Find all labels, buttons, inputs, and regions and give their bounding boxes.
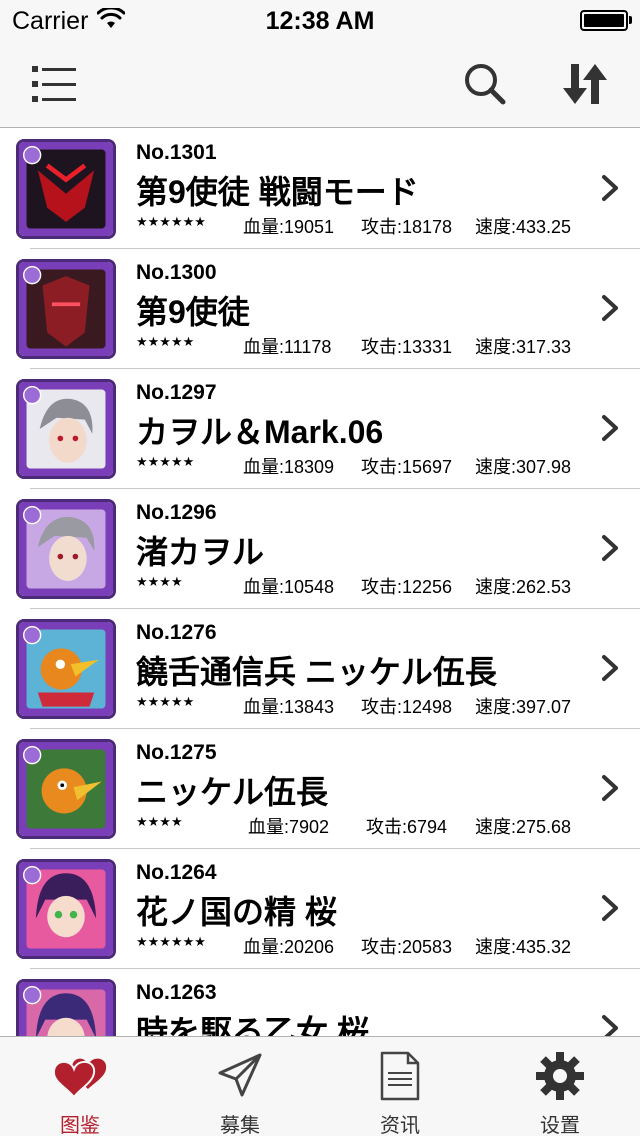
attack-stat: 攻击:12498: [361, 697, 453, 717]
tab-label: 图鉴: [60, 1115, 100, 1136]
rarity-stars: ★★★★: [136, 574, 183, 589]
rarity-stars: ★★★★★: [136, 334, 195, 349]
chevron-right-icon: [602, 535, 618, 561]
speed-stat: 速度:397.07: [475, 697, 572, 717]
hp-stat: 血量:20206: [243, 937, 335, 957]
monster-avatar: [16, 739, 116, 839]
clock: 12:38 AM: [265, 7, 375, 35]
monster-number: No.1275: [136, 741, 217, 764]
rarity-stars: ★★★★★: [136, 454, 195, 469]
tab-catalog[interactable]: 图鉴: [0, 1037, 160, 1136]
tab-bar: 图鉴 募集 资讯 设置: [0, 1036, 640, 1136]
tab-settings[interactable]: 设置: [480, 1037, 640, 1136]
speed-stat: 速度:435.32: [475, 937, 572, 957]
attack-stat: 攻击:13331: [361, 337, 453, 357]
monster-avatar: [16, 979, 116, 1036]
monster-number: No.1300: [136, 261, 217, 284]
speed-stat: 速度:307.98: [475, 457, 572, 477]
speed-stat: 速度:275.68: [475, 817, 572, 837]
monster-name: 第9使徒: [136, 294, 250, 330]
list-item[interactable]: No.1263 時を駆る乙女 桜: [0, 969, 640, 1036]
hp-stat: 血量:10548: [243, 577, 335, 597]
list-menu-icon[interactable]: [30, 60, 78, 108]
monster-number: No.1301: [136, 141, 217, 164]
monster-name: 第9使徒 戦闘モード: [136, 174, 419, 210]
list-item[interactable]: No.1301 第9使徒 戦闘モード ★★★★★★ 血量:19051 攻击:18…: [0, 129, 640, 249]
monster-name: カヲル＆Mark.06: [136, 414, 384, 450]
monster-name: 時を駆る乙女 桜: [136, 1014, 369, 1036]
chevron-right-icon: [602, 1015, 618, 1036]
chevron-right-icon: [602, 175, 618, 201]
list-item[interactable]: No.1264 花ノ国の精 桜 ★★★★★★ 血量:20206 攻击:20583…: [0, 849, 640, 969]
monster-name: ニッケル伍長: [136, 774, 329, 810]
hearts-icon: [50, 1051, 110, 1101]
list-item[interactable]: No.1297 カヲル＆Mark.06 ★★★★★ 血量:18309 攻击:15…: [0, 369, 640, 489]
hp-stat: 血量:18309: [243, 457, 335, 477]
monster-name: 渚カヲル: [136, 534, 265, 570]
monster-list[interactable]: No.1301 第9使徒 戦闘モード ★★★★★★ 血量:19051 攻击:18…: [0, 129, 640, 1036]
chevron-right-icon: [602, 775, 618, 801]
monster-number: No.1297: [136, 381, 217, 404]
speed-stat: 速度:262.53: [475, 577, 572, 597]
attack-stat: 攻击:20583: [361, 937, 453, 957]
tab-label: 资讯: [380, 1115, 420, 1136]
monster-number: No.1264: [136, 861, 217, 884]
tab-label: 设置: [540, 1115, 580, 1136]
hp-stat: 血量:19051: [243, 217, 335, 237]
tab-news[interactable]: 资讯: [320, 1037, 480, 1136]
document-icon: [370, 1051, 430, 1101]
rarity-stars: ★★★★★★: [136, 214, 206, 229]
paper-plane-icon: [210, 1051, 270, 1101]
monster-avatar: [16, 259, 116, 359]
list-item[interactable]: No.1300 第9使徒 ★★★★★ 血量:11178 攻击:13331 速度:…: [0, 249, 640, 369]
list-item[interactable]: No.1296 渚カヲル ★★★★ 血量:10548 攻击:12256 速度:2…: [0, 489, 640, 609]
monster-avatar: [16, 499, 116, 599]
battery-icon: [580, 10, 628, 31]
attack-stat: 攻击:18178: [361, 217, 453, 237]
hp-stat: 血量:11178: [243, 337, 332, 357]
hp-stat: 血量:7902: [248, 817, 330, 837]
attack-stat: 攻击:15697: [361, 457, 453, 477]
rarity-stars: ★★★★★★: [136, 934, 206, 949]
list-item[interactable]: No.1275 ニッケル伍長 ★★★★ 血量:7902 攻击:6794 速度:2…: [0, 729, 640, 849]
attack-stat: 攻击:12256: [361, 577, 453, 597]
sort-icon[interactable]: [561, 60, 609, 108]
navigation-bar: [0, 40, 640, 128]
chevron-right-icon: [602, 295, 618, 321]
monster-number: No.1296: [136, 501, 217, 524]
attack-stat: 攻击:6794: [366, 817, 448, 837]
tab-label: 募集: [220, 1115, 260, 1136]
speed-stat: 速度:433.25: [475, 217, 572, 237]
monster-number: No.1263: [136, 981, 217, 1004]
chevron-right-icon: [602, 415, 618, 441]
status-bar: Carrier 12:38 AM: [0, 0, 640, 40]
rarity-stars: ★★★★★: [136, 694, 195, 709]
monster-avatar: [16, 859, 116, 959]
chevron-right-icon: [602, 655, 618, 681]
battery-tip: [629, 16, 632, 24]
monster-name: 花ノ国の精 桜: [136, 894, 337, 930]
monster-avatar: [16, 139, 116, 239]
monster-number: No.1276: [136, 621, 217, 644]
monster-avatar: [16, 379, 116, 479]
hp-stat: 血量:13843: [243, 697, 335, 717]
gear-icon: [530, 1051, 590, 1101]
monster-avatar: [16, 619, 116, 719]
list-item[interactable]: No.1276 饒舌通信兵 ニッケル伍長 ★★★★★ 血量:13843 攻击:1…: [0, 609, 640, 729]
chevron-right-icon: [602, 895, 618, 921]
search-icon[interactable]: [461, 60, 509, 108]
tab-recruit[interactable]: 募集: [160, 1037, 320, 1136]
rarity-stars: ★★★★: [136, 814, 183, 829]
speed-stat: 速度:317.33: [475, 337, 572, 357]
monster-name: 饒舌通信兵 ニッケル伍長: [136, 654, 497, 690]
